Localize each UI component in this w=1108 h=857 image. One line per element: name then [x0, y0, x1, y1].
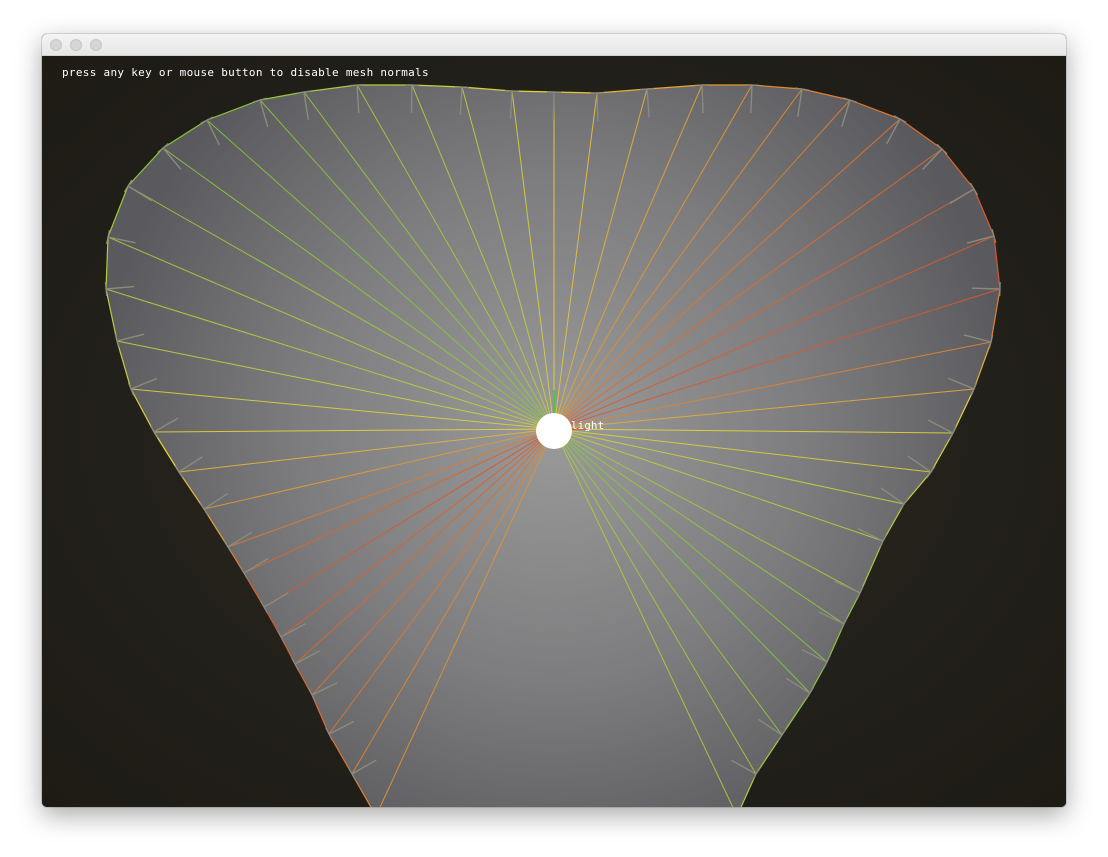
- hint-text: press any key or mouse button to disable…: [62, 66, 429, 79]
- close-button[interactable]: [50, 39, 62, 51]
- mesh-scene: [104, 83, 1001, 807]
- render-canvas[interactable]: press any key or mouse button to disable…: [42, 56, 1066, 807]
- light-ball[interactable]: [536, 413, 572, 449]
- app-window: press any key or mouse button to disable…: [42, 34, 1066, 807]
- light-label: light: [571, 419, 605, 432]
- zoom-button[interactable]: [90, 39, 102, 51]
- title-bar[interactable]: [42, 34, 1066, 56]
- minimize-button[interactable]: [70, 39, 82, 51]
